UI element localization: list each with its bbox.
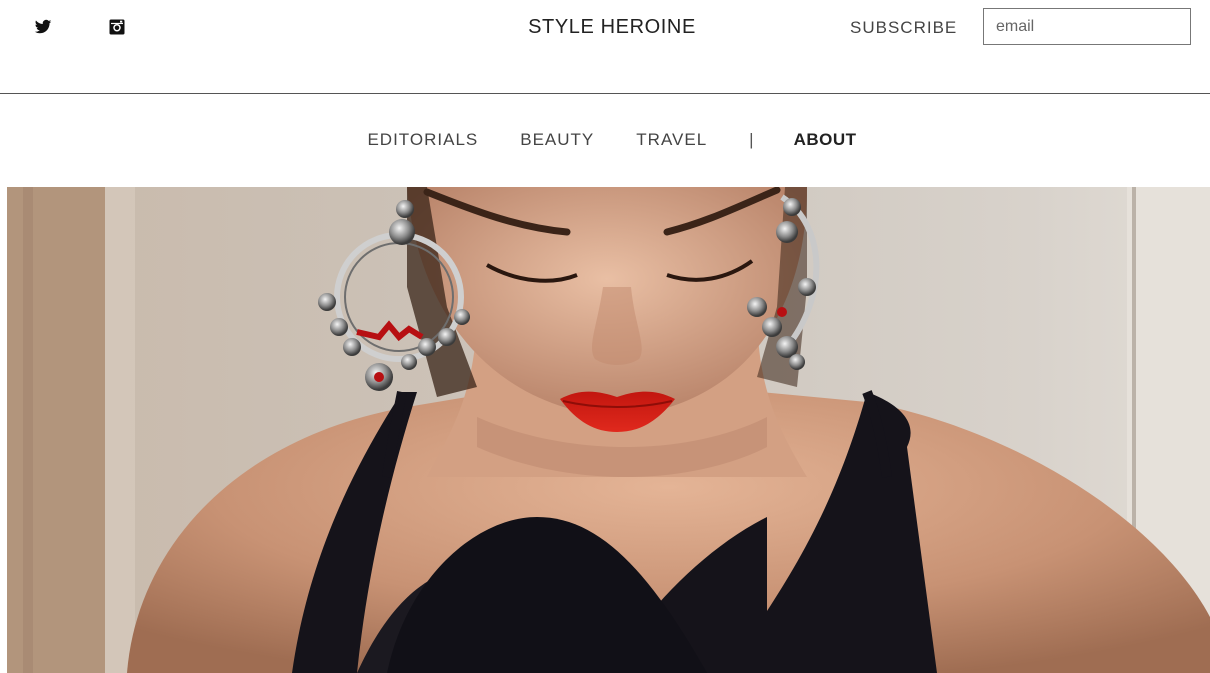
nav-item-travel[interactable]: TRAVEL	[636, 130, 707, 150]
hero-image	[7, 187, 1210, 673]
hero-photo	[7, 187, 1210, 673]
site-header: STYLE HEROINE SUBSCRIBE	[0, 0, 1210, 94]
nav-item-about[interactable]: ABOUT	[794, 130, 857, 150]
nav-item-editorials[interactable]: EDITORIALS	[367, 130, 478, 150]
main-nav: EDITORIALS BEAUTY TRAVEL | ABOUT	[0, 130, 1210, 150]
nav-item-beauty[interactable]: BEAUTY	[520, 130, 594, 150]
nav-separator: |	[749, 130, 755, 149]
subscribe-label[interactable]: SUBSCRIBE	[850, 18, 957, 38]
email-input[interactable]	[983, 8, 1191, 45]
